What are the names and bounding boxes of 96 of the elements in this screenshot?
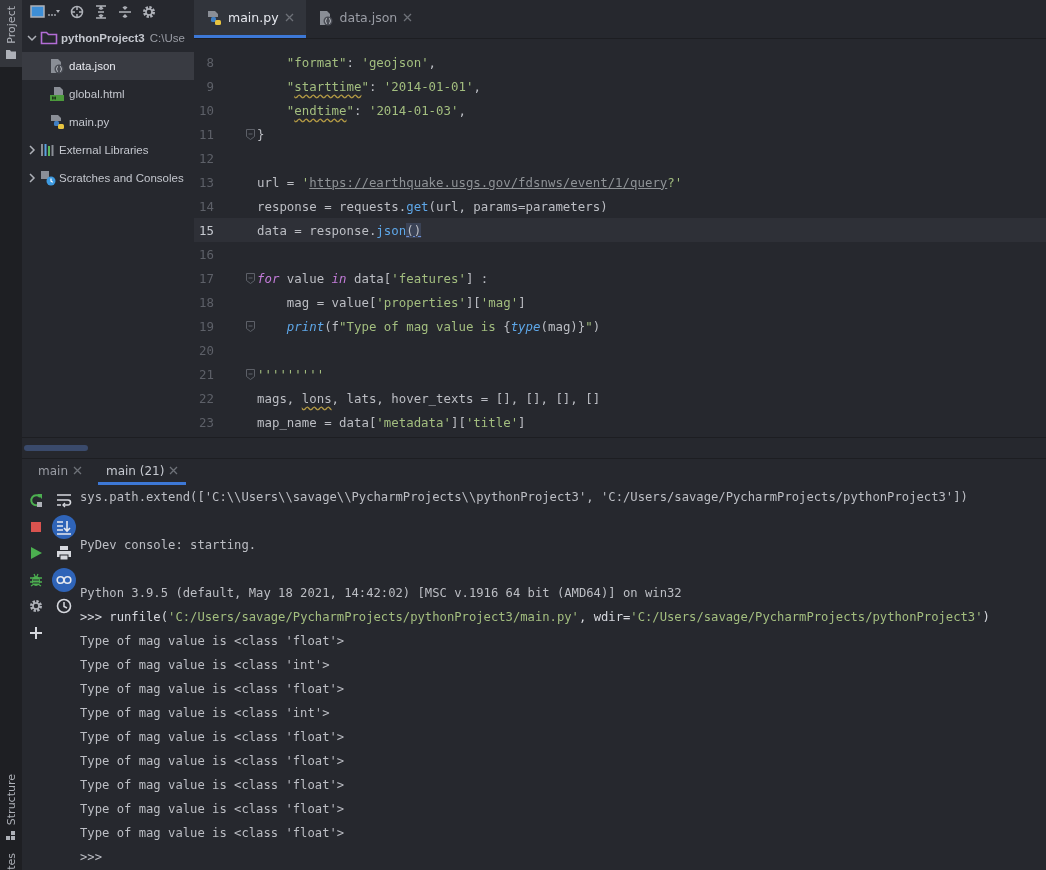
panel-view-dropdown-icon[interactable] xyxy=(30,4,60,20)
python-file-icon xyxy=(206,9,222,26)
console-output-line: Type of mag value is <class 'float'> xyxy=(80,753,346,770)
console-toggle-button[interactable] xyxy=(52,514,76,539)
console-output-line: Type of mag value is <class 'float'> xyxy=(80,729,346,746)
json-file-icon xyxy=(49,58,65,74)
code-line: "starttime": '2014-01-01', xyxy=(285,78,481,94)
add-icon[interactable] xyxy=(30,626,42,639)
code-line: ''''''''' xyxy=(257,366,325,382)
code-line: map_name = data['metadata']['title'] xyxy=(257,414,526,430)
fold-marker-icon[interactable] xyxy=(246,320,255,332)
console-tab[interactable]: main (21) xyxy=(98,459,187,485)
tree-item[interactable]: External Libraries xyxy=(22,136,194,164)
collapsed-chevron-icon[interactable] xyxy=(27,145,37,155)
locate-icon[interactable] xyxy=(70,5,84,19)
code-line: mags, lons, lats, hover_texts = [], [], [], [] xyxy=(257,390,601,406)
tree-item[interactable]: data.json xyxy=(22,52,194,80)
line-number: 17 xyxy=(198,270,214,286)
console-output-line: Type of mag value is <class 'float'> xyxy=(80,777,346,794)
console-output-line: Type of mag value is <class 'int'> xyxy=(80,657,331,674)
line-number: 14 xyxy=(198,198,214,214)
tree-item[interactable]: Scratches and Consoles xyxy=(22,164,194,192)
console-tab[interactable]: main xyxy=(30,459,90,485)
tree-item[interactable]: global.html xyxy=(22,80,194,108)
line-number: 18 xyxy=(198,294,214,310)
line-number: 23 xyxy=(198,414,214,430)
soft-wrap-icon xyxy=(56,492,72,509)
line-number: 13 xyxy=(198,174,214,190)
folder-icon xyxy=(40,30,58,46)
expanded-chevron-icon[interactable] xyxy=(27,33,37,43)
expand-all-icon[interactable] xyxy=(94,5,108,19)
line-number: 10 xyxy=(198,102,214,118)
console-output-line: Type of mag value is <class 'float'> xyxy=(80,801,346,818)
structure-icon xyxy=(6,831,16,842)
fold-marker-icon[interactable] xyxy=(246,272,255,284)
tree-item[interactable]: main.py xyxy=(22,108,194,136)
run-icon[interactable] xyxy=(30,547,42,560)
tree-item[interactable]: pythonProject3 C:\Use xyxy=(22,24,194,52)
editor-tab[interactable]: data.json xyxy=(305,0,425,38)
line-number: 8 xyxy=(205,54,214,70)
settings-icon[interactable] xyxy=(29,599,43,614)
console-output-line: Type of mag value is <class 'float'> xyxy=(80,681,346,698)
line-number: 20 xyxy=(198,342,214,358)
code-line: "endtime": '2014-01-03', xyxy=(285,102,466,118)
folder-icon xyxy=(6,49,16,59)
stop-icon[interactable] xyxy=(30,520,42,533)
code-line: } xyxy=(257,126,265,142)
collapse-all-icon[interactable] xyxy=(118,5,132,19)
code-line: print(f"Type of mag value is {type(mag)}") xyxy=(285,318,601,334)
json-file-icon xyxy=(317,9,334,26)
scratches-icon xyxy=(40,170,56,186)
settings-icon[interactable] xyxy=(142,5,156,19)
code-line: response = requests.get(url, params=parameters) xyxy=(257,198,608,214)
line-number: 12 xyxy=(198,150,214,166)
code-line: data = response.json() xyxy=(257,222,422,238)
console-output-line: Type of mag value is <class 'float'> xyxy=(80,633,346,650)
fold-marker-icon[interactable] xyxy=(246,368,255,380)
line-number: 9 xyxy=(205,78,214,94)
code-line: "format": 'geojson', xyxy=(285,54,437,70)
close-icon[interactable] xyxy=(403,13,413,22)
collapsed-chevron-icon[interactable] xyxy=(27,173,37,183)
project-path: C:\Use xyxy=(149,32,185,44)
bug-icon[interactable] xyxy=(29,572,43,587)
scrollbar-thumb[interactable] xyxy=(24,445,88,451)
console-output-line: Type of mag value is <class 'int'> xyxy=(80,705,331,722)
console-output-line: >>> xyxy=(80,849,103,866)
clock-icon xyxy=(56,598,72,615)
close-icon[interactable] xyxy=(284,13,294,22)
line-number: 22 xyxy=(198,390,214,406)
close-icon[interactable] xyxy=(73,466,82,475)
rerun-icon[interactable] xyxy=(29,493,43,508)
line-number: 16 xyxy=(198,246,214,262)
editor-tab[interactable]: main.py xyxy=(194,0,306,38)
line-number: 15 xyxy=(198,222,214,238)
python-file-icon xyxy=(49,114,65,130)
console-output-line: sys.path.extend(['C:\\Users\\savage\\PycharmProjects\\pythonProject3', 'C:/Users/savage/PycharmProjects/pythonProject3']) xyxy=(80,489,969,506)
structure-tool-tab[interactable]: Structure xyxy=(4,768,18,850)
fold-marker-icon[interactable] xyxy=(246,128,255,140)
close-icon[interactable] xyxy=(169,466,179,475)
project-tool-tab[interactable]: Project xyxy=(0,0,22,67)
favorites-tool-tab[interactable]: tes xyxy=(4,849,18,870)
code-line: url = 'https://earthquake.usgs.gov/fdsnws/event/1/query?' xyxy=(257,174,683,190)
console-toggle-button[interactable] xyxy=(52,567,76,592)
line-number: 21 xyxy=(198,366,214,382)
line-number: 11 xyxy=(198,126,214,142)
console-output-line: Type of mag value is <class 'float'> xyxy=(80,825,346,842)
console-output-line: PyDev console: starting. xyxy=(80,537,258,554)
printer-icon xyxy=(56,545,72,562)
html-file-icon xyxy=(49,86,65,102)
scroll-to-end-icon xyxy=(56,518,72,535)
code-line: for value in data['features'] : xyxy=(257,270,489,286)
code-line: mag = value['properties']['mag'] xyxy=(285,294,526,310)
console-output-line: Python 3.9.5 (default, May 18 2021, 14:42:02) [MSC v.1916 64 bit (AMD64)] on win32 xyxy=(80,585,683,602)
libraries-icon xyxy=(40,142,56,158)
console-output-line: >>> runfile('C:/Users/savage/PycharmProjects/pythonProject3/main.py', wdir='C:/Users/savage/PycharmProjects/pythonProject3') xyxy=(80,609,990,626)
line-number: 19 xyxy=(198,318,214,334)
